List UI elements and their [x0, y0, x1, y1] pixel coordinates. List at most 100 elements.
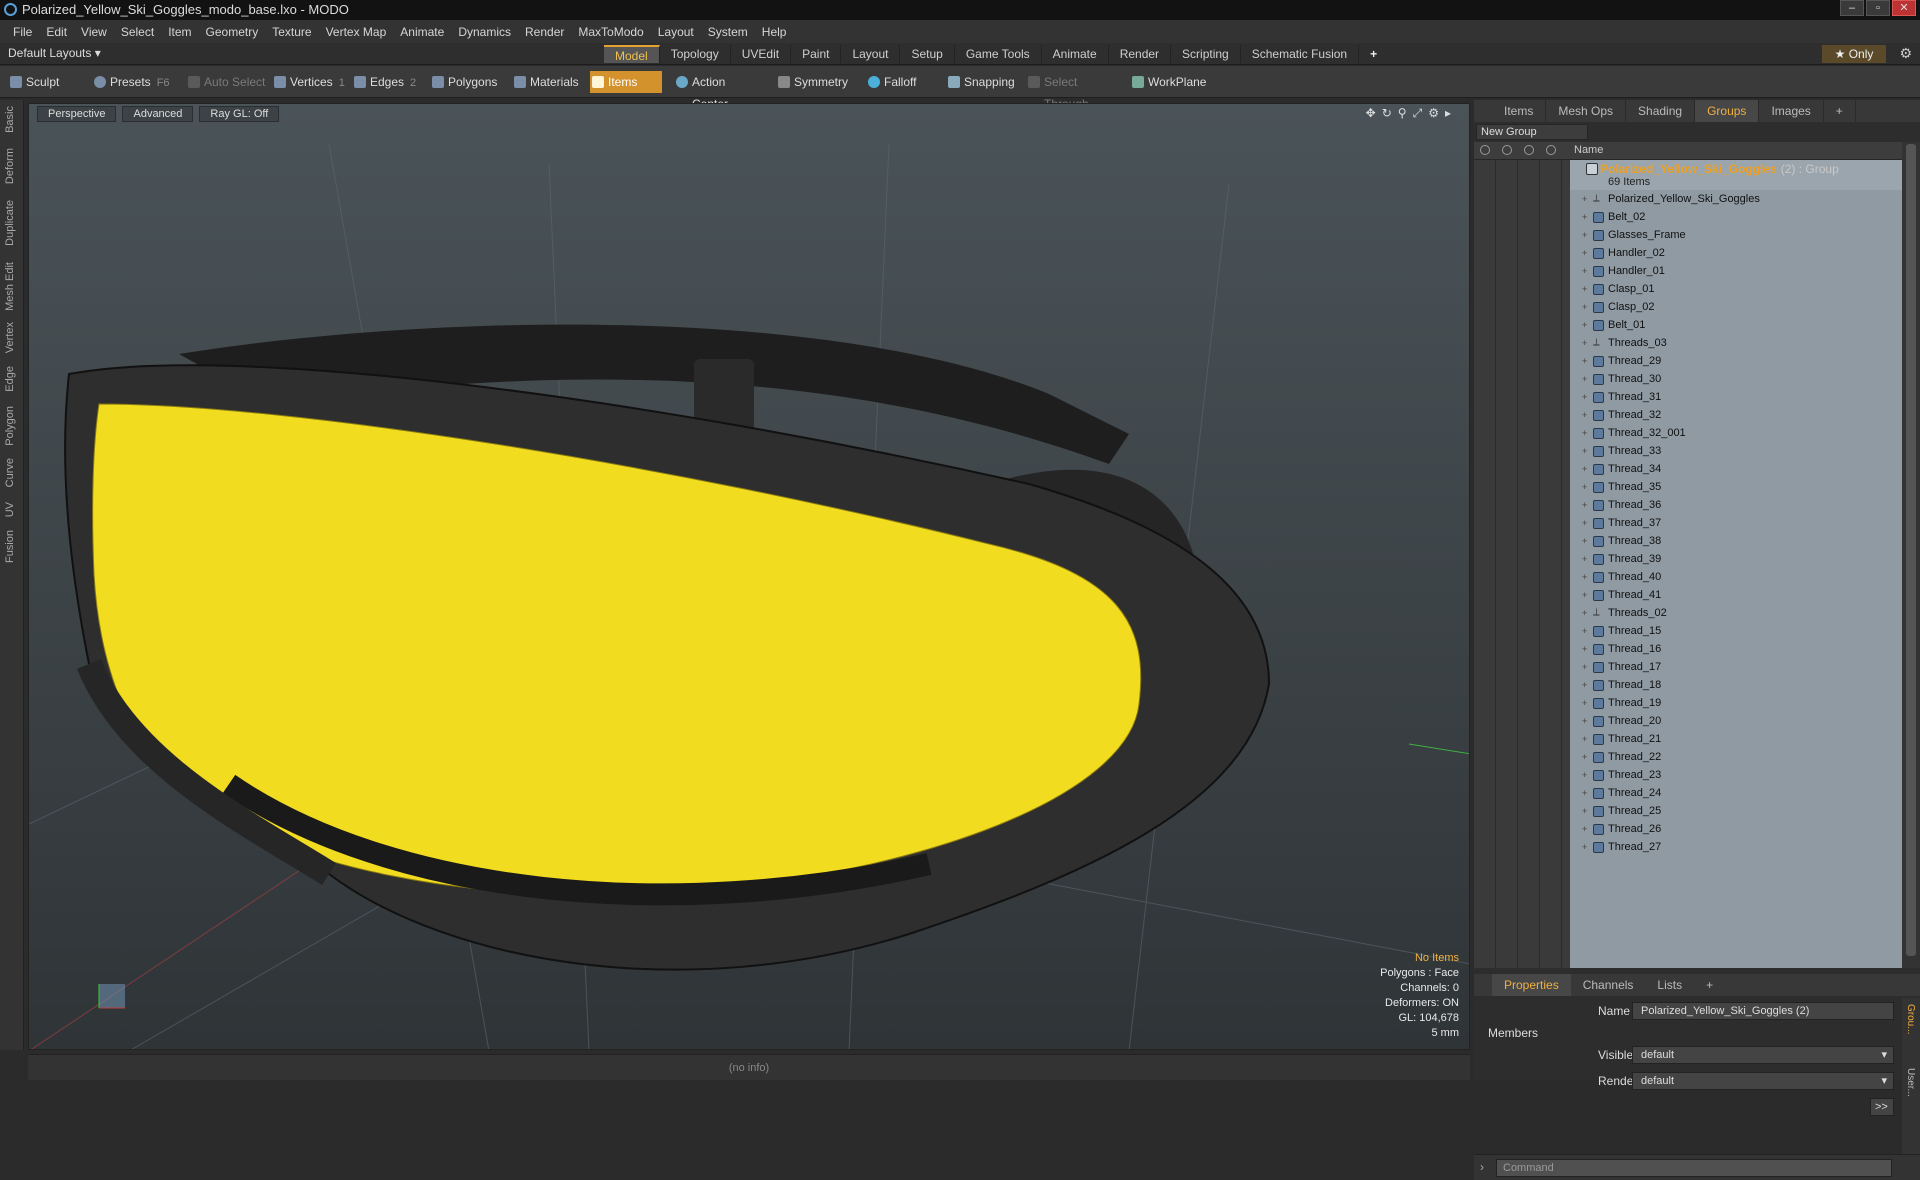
expand-icon[interactable]: +	[1582, 550, 1587, 568]
tab-basic[interactable]: Basic	[4, 106, 16, 133]
expand-icon[interactable]: +	[1582, 766, 1587, 784]
tab-uvedit[interactable]: UVEdit	[731, 45, 792, 63]
tree-item-row[interactable]: + Glasses_Frame	[1582, 226, 1686, 244]
menu-select[interactable]: Select	[114, 25, 161, 39]
tree-scrollbar[interactable]	[1902, 142, 1920, 968]
tab-duplicate[interactable]: Duplicate	[4, 200, 16, 246]
auto-select-button[interactable]: Auto Select	[186, 71, 266, 93]
tree-item-row[interactable]: + Thread_25	[1582, 802, 1661, 820]
tab-group-side[interactable]: Grou...	[1905, 1004, 1916, 1035]
expand-icon[interactable]: +	[1582, 460, 1587, 478]
tree-item-row[interactable]: + Thread_16	[1582, 640, 1661, 658]
expand-icon[interactable]: +	[1582, 334, 1587, 352]
expand-icon[interactable]: +	[1582, 496, 1587, 514]
layout-selector[interactable]: Default Layouts ▾	[8, 46, 101, 60]
tab-items[interactable]: Items	[1492, 100, 1547, 122]
tab-model[interactable]: Model	[604, 45, 660, 63]
tree-item-row[interactable]: + Thread_17	[1582, 658, 1661, 676]
edges-button[interactable]: Edges 2	[352, 71, 426, 93]
tree-item-row[interactable]: + Thread_29	[1582, 352, 1661, 370]
tab-layout[interactable]: Layout	[841, 45, 901, 63]
fit-icon[interactable]: ⤢	[1413, 106, 1423, 121]
expand-icon[interactable]: +	[1582, 298, 1587, 316]
viewport-settings-icon[interactable]: ⚙	[1428, 106, 1439, 121]
tree-item-row[interactable]: + Clasp_01	[1582, 280, 1654, 298]
expand-icon[interactable]: +	[1582, 370, 1587, 388]
select-through-button[interactable]: Select Through	[1026, 71, 1122, 111]
tree-item-row[interactable]: + Thread_24	[1582, 784, 1661, 802]
tab-fusion[interactable]: Fusion	[4, 530, 16, 563]
name-column-header[interactable]: Name	[1574, 144, 1603, 156]
advanced-dropdown[interactable]: Advanced	[122, 106, 194, 122]
expand-icon[interactable]: +	[1582, 712, 1587, 730]
tree-item-row[interactable]: + Clasp_02	[1582, 298, 1654, 316]
tree-item-row[interactable]: + Thread_15	[1582, 622, 1661, 640]
tree-item-row[interactable]: + Thread_36	[1582, 496, 1661, 514]
members-section[interactable]: Members	[1488, 1026, 1538, 1040]
expand-icon[interactable]: +	[1582, 622, 1587, 640]
menu-layout[interactable]: Layout	[651, 25, 701, 39]
tab-polygon[interactable]: Polygon	[4, 406, 16, 446]
tab-curve[interactable]: Curve	[4, 458, 16, 487]
maximize-button[interactable]: ▫	[1866, 0, 1890, 16]
add-tab-button[interactable]: +	[1359, 45, 1388, 63]
tree-item-row[interactable]: + Thread_27	[1582, 838, 1661, 856]
expand-icon[interactable]: +	[1582, 226, 1587, 244]
tab-shading[interactable]: Shading	[1626, 100, 1696, 122]
expand-icon[interactable]: +	[1582, 838, 1587, 856]
expand-icon[interactable]: +	[1582, 442, 1587, 460]
expand-icon[interactable]: +	[1582, 730, 1587, 748]
tree-scroll-thumb[interactable]	[1906, 144, 1916, 956]
new-group-button[interactable]: New Group	[1476, 124, 1588, 140]
tab-groups[interactable]: Groups	[1695, 100, 1760, 122]
menu-system[interactable]: System	[701, 25, 755, 39]
visible-dropdown[interactable]: default	[1632, 1046, 1894, 1064]
items-button[interactable]: Items	[590, 71, 662, 93]
expand-icon[interactable]: +	[1582, 280, 1587, 298]
tree-item-row[interactable]: + Thread_35	[1582, 478, 1661, 496]
pan-icon[interactable]: ✥	[1366, 106, 1376, 121]
expand-icon[interactable]: +	[1582, 658, 1587, 676]
materials-button[interactable]: Materials	[512, 71, 584, 93]
expand-icon[interactable]: +	[1582, 424, 1587, 442]
tab-render[interactable]: Render	[1109, 45, 1172, 63]
tree-item-row[interactable]: + ⟂ Polarized_Yellow_Ski_Goggles	[1582, 190, 1760, 208]
expand-icon[interactable]: +	[1582, 514, 1587, 532]
menu-edit[interactable]: Edit	[39, 25, 74, 39]
tree-item-row[interactable]: + Handler_02	[1582, 244, 1665, 262]
viewport-menu-icon[interactable]: ▸	[1445, 106, 1451, 121]
expand-icon[interactable]: +	[1582, 694, 1587, 712]
expand-icon[interactable]: +	[1582, 190, 1587, 208]
close-button[interactable]: ✕	[1892, 0, 1916, 16]
minimize-button[interactable]: –	[1840, 0, 1864, 16]
add-properties-tab-button[interactable]: +	[1694, 974, 1725, 996]
tab-deform[interactable]: Deform	[4, 148, 16, 184]
tree-item-row[interactable]: + Belt_02	[1582, 208, 1645, 226]
menu-item[interactable]: Item	[161, 25, 198, 39]
tree-item-row[interactable]: + Thread_30	[1582, 370, 1661, 388]
3d-viewport[interactable]: Perspective Advanced Ray GL: Off ✥ ↻ ⚲ ⤢…	[28, 103, 1470, 1050]
expand-icon[interactable]: +	[1582, 568, 1587, 586]
group-row[interactable]: Polarized_Yellow_Ski_Goggles (2) : Group …	[1570, 160, 1902, 190]
more-button[interactable]: >>	[1870, 1098, 1894, 1116]
tree-item-row[interactable]: + Thread_39	[1582, 550, 1661, 568]
perspective-dropdown[interactable]: Perspective	[37, 106, 117, 122]
tab-uv[interactable]: UV	[4, 502, 16, 517]
menu-dynamics[interactable]: Dynamics	[451, 25, 518, 39]
tab-scripting[interactable]: Scripting	[1171, 45, 1241, 63]
presets-button[interactable]: Presets F6	[92, 71, 178, 93]
tree-item-row[interactable]: + Thread_22	[1582, 748, 1661, 766]
menu-animate[interactable]: Animate	[393, 25, 451, 39]
visibility-col-icon[interactable]	[1480, 145, 1490, 155]
expand-icon[interactable]: +	[1582, 820, 1587, 838]
expand-icon[interactable]: +	[1582, 784, 1587, 802]
tab-vertex[interactable]: Vertex	[4, 322, 16, 353]
expand-icon[interactable]: +	[1582, 676, 1587, 694]
tree-item-row[interactable]: + Thread_19	[1582, 694, 1661, 712]
only-button[interactable]: ★ Only	[1822, 45, 1886, 63]
menu-vertex-map[interactable]: Vertex Map	[319, 25, 394, 39]
expand-icon[interactable]: +	[1582, 208, 1587, 226]
lock-col-icon[interactable]	[1524, 145, 1534, 155]
expand-icon[interactable]: +	[1582, 586, 1587, 604]
menu-texture[interactable]: Texture	[265, 25, 318, 39]
